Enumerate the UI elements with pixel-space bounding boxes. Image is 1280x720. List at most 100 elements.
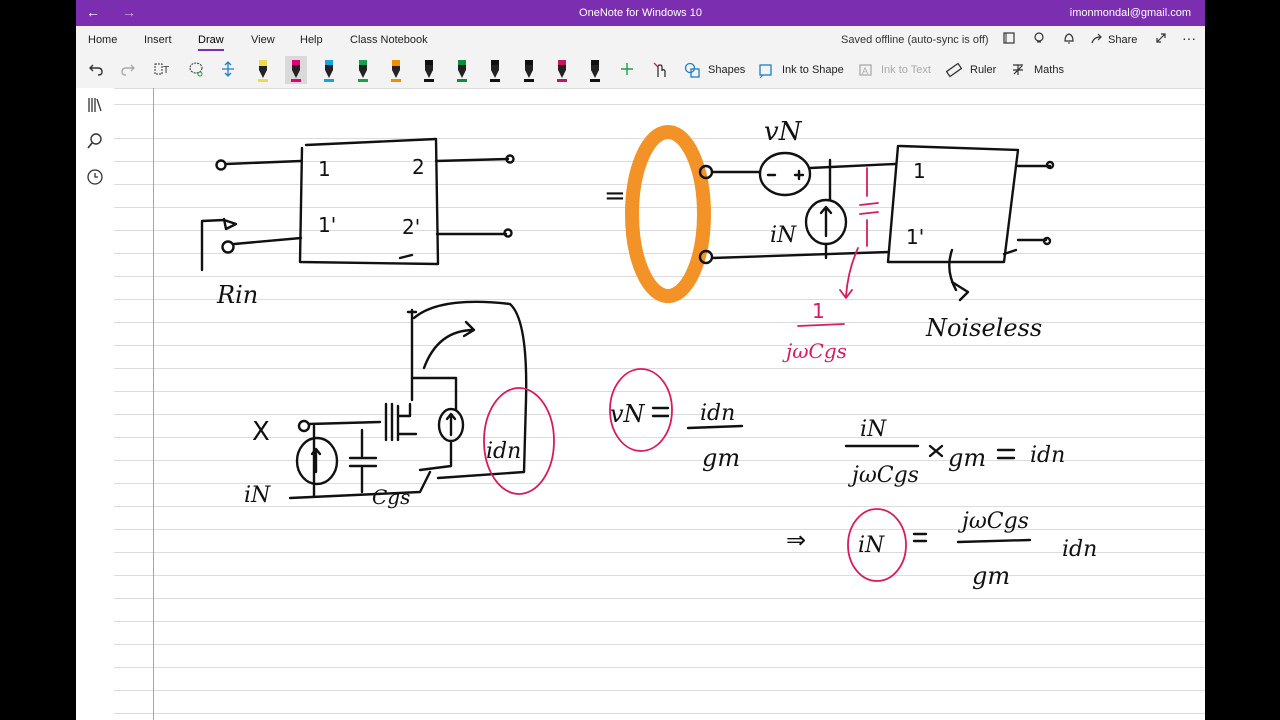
tab-insert[interactable]: Insert [144,34,172,46]
mosfet-circuit-drawing[interactable]: X iN Cgs idn [244,300,528,509]
lasso-select-icon[interactable]: T [154,61,172,77]
implies-arrow: ⇒ [786,526,806,554]
pen-swatch[interactable] [285,56,308,84]
port-label-2-prime: 2' [402,215,420,239]
ruler-icon[interactable] [946,62,962,78]
pen-swatch[interactable] [518,56,540,84]
terminal-circle [297,419,311,433]
orange-highlight [625,125,711,303]
bell-icon[interactable] [1062,31,1076,45]
wire [710,250,891,260]
expand-icon[interactable] [1154,31,1168,45]
add-space-icon[interactable] [220,61,236,77]
add-pen-icon[interactable] [620,62,634,76]
more-options-button[interactable]: ··· [1182,30,1196,46]
arrow [948,248,970,302]
window-title: OneNote for Windows 10 [579,7,702,19]
cross-mark: X [252,417,270,447]
pen-swatch[interactable] [451,56,473,84]
ruler-button[interactable]: Ruler [970,64,996,76]
touch-draw-icon[interactable] [652,61,670,79]
equals-stroke [912,532,928,543]
highlighter-icon [258,60,268,82]
pen-swatch[interactable] [551,56,573,84]
pen-swatch[interactable] [252,56,274,84]
pen-swatch[interactable] [318,56,340,84]
wire [307,420,382,426]
lightbulb-icon[interactable] [1032,31,1046,45]
tab-help[interactable]: Help [300,34,323,46]
idn-factor: idn [1062,537,1097,562]
redo-icon[interactable] [120,61,136,77]
in-label: iN [244,483,271,508]
wire [418,439,453,472]
source-polarity [766,169,805,181]
wire [232,236,303,246]
equals-stroke [996,448,1016,460]
tab-class-notebook[interactable]: Class Notebook [350,34,428,46]
maths-button[interactable]: Maths [1034,64,1064,76]
shapes-button[interactable]: Shapes [708,64,745,76]
equation-in-product[interactable]: iN jωCgs gm idn [844,417,1065,488]
sync-status: Saved offline (auto-sync is off) [841,34,989,46]
port-label-2: 2 [412,155,425,179]
idn-label: idn [486,439,521,464]
mosfet-channel [396,402,418,442]
port-label-1: 1 [318,157,331,181]
tab-view[interactable]: View [251,34,275,46]
ink-to-shape-button[interactable]: Ink to Shape [782,64,844,76]
notebook-icon[interactable] [1002,31,1016,45]
gm-denominator: gm [972,562,1010,590]
ink-to-text-button: Ink to Text [881,64,931,76]
jwcgs-label: jωCgs [782,339,847,363]
pen-swatch[interactable] [352,56,374,84]
two-port-network-drawing[interactable]: 1 2 1' 2' Rin [200,137,515,309]
cgs-label: Cgs [372,485,410,509]
pen-icon [324,60,335,82]
pen-icon [590,60,600,82]
pen-swatch[interactable] [484,56,506,84]
pen-icon [424,60,434,82]
tab-draw[interactable]: Draw [198,34,224,51]
vn-label: vN [764,117,803,147]
in-label: iN [770,223,797,248]
equation-in-result[interactable]: ⇒ iN jωCgs gm idn [786,508,1097,590]
equation-vn[interactable]: vN idn gm [609,368,744,472]
current-arrow [819,205,833,238]
capacitor-cgs [348,428,378,494]
terminal-circle [1042,236,1052,246]
noisy-equivalent-circuit[interactable]: 1 1' vN iN Noiseless [698,117,1055,342]
wire [224,159,303,166]
vn-label: vN [610,400,646,428]
drain-wire [406,308,418,402]
lasso-icon[interactable] [188,61,204,77]
gate-plates [384,402,394,442]
ink-to-shape-icon[interactable] [758,62,774,78]
in-result: iN [858,533,885,558]
pen-swatch[interactable] [584,56,606,84]
idn-numerator: idn [700,401,735,426]
times-sign [928,444,944,458]
svg-text:T: T [163,65,169,76]
undo-icon[interactable] [88,61,104,77]
maths-icon[interactable] [1010,62,1026,78]
stroke [398,253,414,260]
ink-layer[interactable]: 1 2 1' 2' Rin = 1 1' vN iN Noiseless 1 j… [76,88,1205,720]
onenote-window: ← → OneNote for Windows 10 imonmondal@gm… [76,0,1205,720]
wire [808,162,897,170]
jwcgs-numerator: jωCgs [957,509,1029,534]
pen-swatch[interactable] [418,56,440,84]
pen-swatch[interactable] [385,56,407,84]
share-icon[interactable] [1090,31,1104,45]
arrow [839,247,859,299]
fraction-bar [956,538,1032,544]
tab-home[interactable]: Home [88,34,117,46]
title-bar: ← → OneNote for Windows 10 imonmondal@gm… [76,0,1205,26]
pen-icon [457,60,468,82]
user-account[interactable]: imonmondal@gmail.com [1070,7,1191,19]
pen-icon [523,60,534,82]
share-button[interactable]: Share [1108,34,1137,46]
arrow [422,320,476,370]
idn-result: idn [1030,443,1065,468]
shapes-icon[interactable] [684,62,700,78]
